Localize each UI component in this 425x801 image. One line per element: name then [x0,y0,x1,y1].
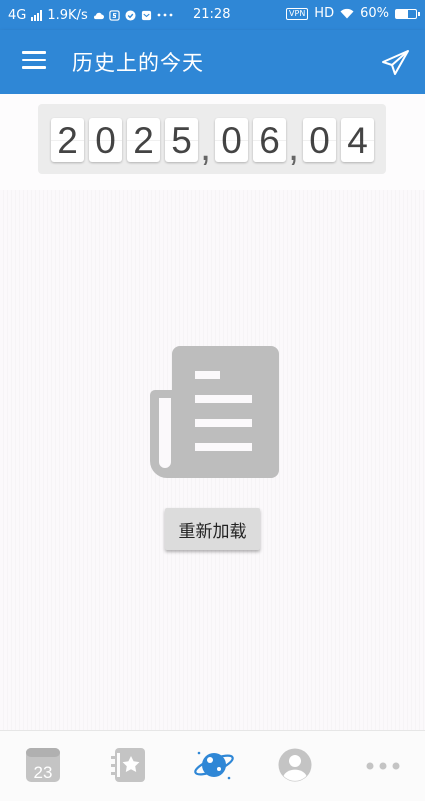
page-title: 历史上的今天 [72,51,204,75]
battery-percent: 60% [360,6,389,21]
day-digit-1: 0 [303,118,336,162]
year-digit-4: 5 [165,118,198,162]
year-digit-2: 0 [89,118,122,162]
network-type: 4G [8,7,27,23]
vpn-badge: VPN [286,7,309,20]
user-icon[interactable] [278,748,312,782]
wifi-icon [340,8,354,19]
year-digit-3: 2 [127,118,160,162]
day-digit-2: 4 [341,118,374,162]
s-app-icon [109,9,120,21]
date-separator: , [200,125,212,169]
signal-icon [31,9,43,21]
menu-icon[interactable] [22,51,46,71]
newspaper-icon [150,346,279,478]
calendar-day-text: 23 [34,763,53,782]
more-dots-icon [157,13,173,17]
send-icon[interactable] [380,47,412,79]
favorites-icon[interactable] [110,747,146,783]
more-icon[interactable] [365,761,401,771]
mail-icon [141,10,151,20]
check-circle-icon [125,9,136,21]
planet-icon[interactable] [193,744,235,786]
month-digit-2: 6 [253,118,286,162]
year-digit-1: 2 [51,118,84,162]
status-bar: 4G 1.9K/s 21:28 VPN HD 60% [0,0,425,30]
content-area: 重新加载 [0,190,425,730]
clock: 21:28 [193,7,231,22]
reload-button[interactable]: 重新加载 [165,508,260,550]
cloud-icon [93,12,104,19]
calendar-icon[interactable]: 23 [25,747,61,783]
hd-label: HD [314,6,335,21]
month-digit-1: 0 [215,118,248,162]
app-bar: 历史上的今天 [0,30,425,94]
date-display[interactable]: 2 0 2 5 , 0 6 , 0 4 [38,104,386,174]
bottom-nav: 23 [0,730,425,801]
date-separator: , [288,125,300,169]
date-bar: 2 0 2 5 , 0 6 , 0 4 [0,94,425,191]
battery-icon [395,8,420,19]
network-speed: 1.9K/s [47,7,88,23]
